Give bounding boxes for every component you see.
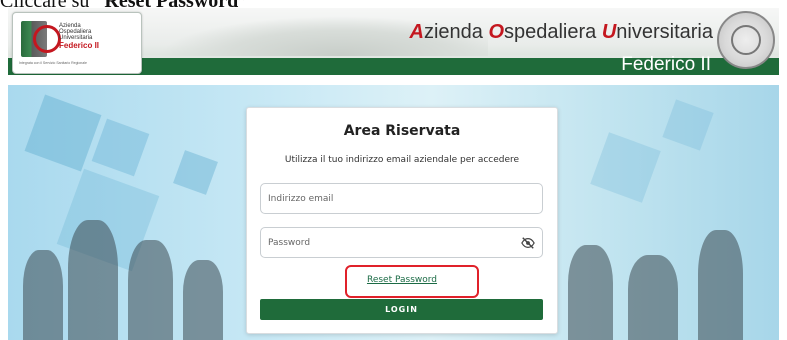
page-title: Area Riservata (343, 123, 461, 139)
university-seal-icon (717, 11, 775, 69)
password-input[interactable] (261, 228, 508, 257)
logo-footer: Integrata con il Servizio Sanitario Regi… (19, 61, 87, 65)
login-button[interactable]: LOGIN (260, 299, 543, 320)
password-field[interactable] (260, 227, 543, 258)
email-field[interactable] (260, 183, 543, 214)
logo-text: Azienda Ospedaliera Universitaria Federi… (59, 23, 99, 50)
organization-name: Azienda Ospedaliera Universitaria (409, 21, 713, 43)
eye-slash-icon[interactable] (521, 236, 535, 250)
logo-name: Federico II (59, 41, 100, 50)
logo-ring-icon (33, 25, 61, 53)
login-card: Area Riservata Utilizza il tuo indirizzo… (246, 107, 558, 334)
login-instructions: Utilizza il tuo indirizzo email aziendal… (284, 155, 520, 165)
site-header: Azienda Ospedaliera Universitaria Federi… (8, 8, 779, 75)
hospital-logo[interactable]: Azienda Ospedaliera Universitaria Federi… (12, 12, 142, 74)
organization-subtitle: Federico II (621, 54, 711, 75)
email-input[interactable] (261, 184, 508, 213)
reset-password-highlight (345, 265, 479, 298)
